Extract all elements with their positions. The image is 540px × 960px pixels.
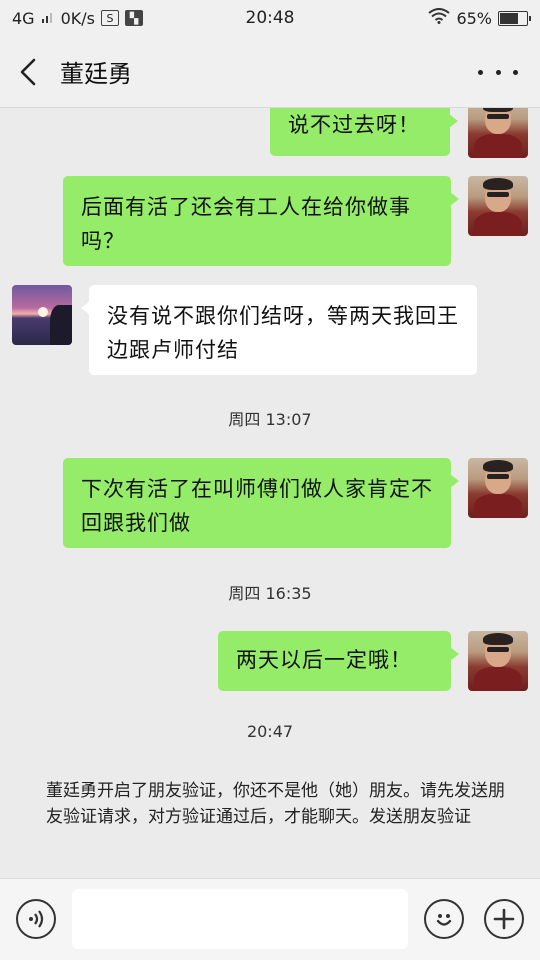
more-dot-icon bbox=[513, 69, 518, 75]
voice-input-button[interactable] bbox=[16, 899, 56, 939]
message-text: 说不过去呀！ bbox=[288, 113, 420, 137]
signal-icon bbox=[41, 9, 55, 28]
chat-area[interactable]: 说不过去呀！ 后面有活了还会有工人在给你做事吗？ 没有说不跟你们结呀，等两天我回… bbox=[0, 108, 540, 878]
status-right: 65% bbox=[428, 8, 531, 28]
status-bar: 4G 0K/s S ▚ 20:48 65% bbox=[0, 0, 540, 36]
emoji-button[interactable] bbox=[424, 899, 464, 939]
more-functions-button[interactable] bbox=[484, 899, 524, 939]
status-time: 20:48 bbox=[245, 8, 295, 28]
network-speed: 0K/s bbox=[60, 8, 95, 28]
message-input[interactable] bbox=[72, 889, 408, 949]
message-timestamp: 周四 13:07 bbox=[228, 410, 312, 429]
message-bubble-sent[interactable]: 后面有活了还会有工人在给你做事吗？ bbox=[63, 176, 459, 266]
message-text: 后面有活了还会有工人在给你做事吗？ bbox=[81, 195, 411, 253]
network-indicator: 4G bbox=[12, 8, 35, 28]
more-dot-icon bbox=[495, 69, 501, 75]
message-bubble-sent[interactable]: 两天以后一定哦！ bbox=[218, 631, 459, 691]
send-verification-link[interactable]: 发送朋友验证 bbox=[369, 807, 471, 827]
message-bubble-sent[interactable]: 说不过去呀！ bbox=[270, 108, 458, 156]
wifi-icon bbox=[428, 8, 451, 28]
my-avatar[interactable] bbox=[468, 458, 528, 518]
message-bubble-sent[interactable]: 下次有活了在叫师傅们做人家肯定不回跟我们做 bbox=[63, 458, 459, 548]
my-avatar[interactable] bbox=[468, 108, 528, 158]
app-notification-icon: ▚ bbox=[124, 10, 143, 26]
my-avatar[interactable] bbox=[468, 631, 528, 691]
battery-icon bbox=[498, 10, 531, 26]
s-notification-icon: S bbox=[100, 10, 119, 26]
message-text: 两天以后一定哦！ bbox=[236, 648, 412, 672]
message-bubble-received[interactable]: 没有说不跟你们结呀，等两天我回王边跟卢师付结 bbox=[81, 285, 477, 375]
message-text: 下次有活了在叫师傅们做人家肯定不回跟我们做 bbox=[81, 477, 433, 535]
message-timestamp: 周四 16:35 bbox=[228, 584, 312, 603]
back-button[interactable] bbox=[0, 36, 56, 108]
chevron-left-icon bbox=[20, 58, 36, 85]
more-dot-icon bbox=[478, 69, 483, 75]
my-avatar[interactable] bbox=[468, 176, 528, 236]
friend-verification-notice: 董廷勇开启了朋友验证，你还不是他（她）朋友。请先发送朋友验证请求，对方验证通过后… bbox=[46, 778, 506, 830]
smiley-icon bbox=[436, 914, 452, 926]
input-bar bbox=[0, 878, 540, 960]
more-options-button[interactable] bbox=[478, 58, 518, 86]
battery-percent: 65% bbox=[456, 8, 492, 28]
message-text: 没有说不跟你们结呀，等两天我回王边跟卢师付结 bbox=[107, 304, 459, 362]
contact-name: 董廷勇 bbox=[60, 60, 132, 88]
message-timestamp: 20:47 bbox=[246, 722, 294, 741]
chat-header: 董廷勇 bbox=[0, 36, 540, 108]
plus-icon bbox=[493, 908, 515, 930]
status-left: 4G 0K/s S ▚ bbox=[12, 9, 143, 28]
voice-icon bbox=[29, 910, 44, 928]
contact-avatar[interactable] bbox=[12, 285, 72, 345]
